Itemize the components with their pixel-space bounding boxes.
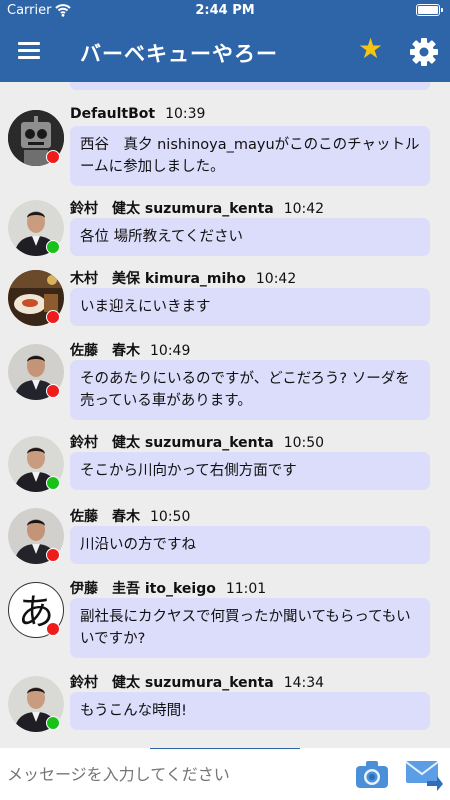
star-icon[interactable]: ★ bbox=[358, 35, 383, 63]
message-bubble[interactable]: 各位 場所教えてください bbox=[70, 218, 430, 256]
offline-status-dot bbox=[46, 384, 60, 398]
hamburger-menu-icon[interactable] bbox=[18, 42, 40, 60]
sender-name: 伊藤 圭吾 ito_keigo bbox=[70, 581, 216, 597]
gear-icon[interactable] bbox=[409, 37, 439, 67]
message-time: 10:42 bbox=[255, 271, 297, 287]
camera-icon[interactable] bbox=[355, 759, 389, 789]
message-meta: 鈴村 健太 suzumura_kenta 10:50 bbox=[70, 432, 324, 452]
clock: 2:44 PM bbox=[195, 3, 255, 18]
sender-name: DefaultBot bbox=[70, 106, 156, 122]
message-bubble[interactable]: 川沿いの方ですね bbox=[70, 526, 430, 564]
sender-name: 鈴村 健太 suzumura_kenta bbox=[70, 201, 274, 217]
online-status-dot bbox=[46, 476, 60, 490]
message-meta: 木村 美保 kimura_miho 10:42 bbox=[70, 268, 296, 288]
sender-name: 鈴村 健太 suzumura_kenta bbox=[70, 435, 274, 451]
message-bubble[interactable]: 西谷 真夕 nishinoya_mayuがこのこのチャットルームに参加しました。 bbox=[70, 126, 430, 186]
message-time: 10:49 bbox=[150, 343, 191, 359]
message-meta: 佐藤 春木 10:49 bbox=[70, 340, 190, 360]
message-time: 10:50 bbox=[283, 435, 325, 451]
message-bubble[interactable]: そこから川向かって右側方面です bbox=[70, 452, 430, 490]
message-time: 14:34 bbox=[283, 675, 325, 691]
message-meta: 鈴村 健太 suzumura_kenta 14:34 bbox=[70, 672, 324, 692]
message-bubble[interactable]: 副社長にカクヤスで何買ったか聞いてもらってもいいですか? bbox=[70, 598, 430, 658]
message-bubble[interactable]: もうこんな時間! bbox=[70, 692, 430, 730]
navigation-bar: バーベキューやろー ★ bbox=[0, 22, 450, 82]
message-time: 10:42 bbox=[283, 201, 325, 217]
sender-name: 鈴村 健太 suzumura_kenta bbox=[70, 675, 274, 691]
message-bubble[interactable]: いま迎えにいきます bbox=[70, 288, 430, 326]
battery-icon bbox=[416, 4, 443, 16]
message-time: 10:50 bbox=[150, 509, 191, 525]
offline-status-dot bbox=[46, 548, 60, 562]
chat-room-title: バーベキューやろー bbox=[80, 42, 278, 66]
message-time: 11:01 bbox=[225, 581, 267, 597]
message-input[interactable] bbox=[7, 762, 342, 786]
message-time: 10:39 bbox=[165, 106, 206, 122]
online-status-dot bbox=[46, 716, 60, 730]
status-bar: Carrier 2:44 PM bbox=[0, 0, 450, 22]
offline-status-dot bbox=[46, 150, 60, 164]
offline-status-dot bbox=[46, 622, 60, 636]
message-meta: 鈴村 健太 suzumura_kenta 10:42 bbox=[70, 198, 324, 218]
previous-message-bubble bbox=[70, 82, 430, 90]
sender-name: 木村 美保 kimura_miho bbox=[70, 271, 246, 287]
sender-name: 佐藤 春木 bbox=[70, 343, 140, 359]
message-bubble[interactable]: そのあたりにいるのですが、どこだろう? ソーダを売っている車があります。 bbox=[70, 360, 430, 420]
message-meta: 佐藤 春木 10:50 bbox=[70, 506, 190, 526]
message-meta: DefaultBot 10:39 bbox=[70, 106, 205, 122]
online-status-dot bbox=[46, 240, 60, 254]
message-list[interactable]: DefaultBot 10:39 西谷 真夕 nishinoya_mayuがこのこ… bbox=[0, 82, 450, 748]
message-composer bbox=[0, 748, 450, 800]
scroll-indicator bbox=[150, 748, 300, 749]
message-meta: 伊藤 圭吾 ito_keigo 11:01 bbox=[70, 578, 266, 598]
sender-name: 佐藤 春木 bbox=[70, 509, 140, 525]
offline-status-dot bbox=[46, 310, 60, 324]
send-mail-icon[interactable] bbox=[405, 757, 443, 791]
